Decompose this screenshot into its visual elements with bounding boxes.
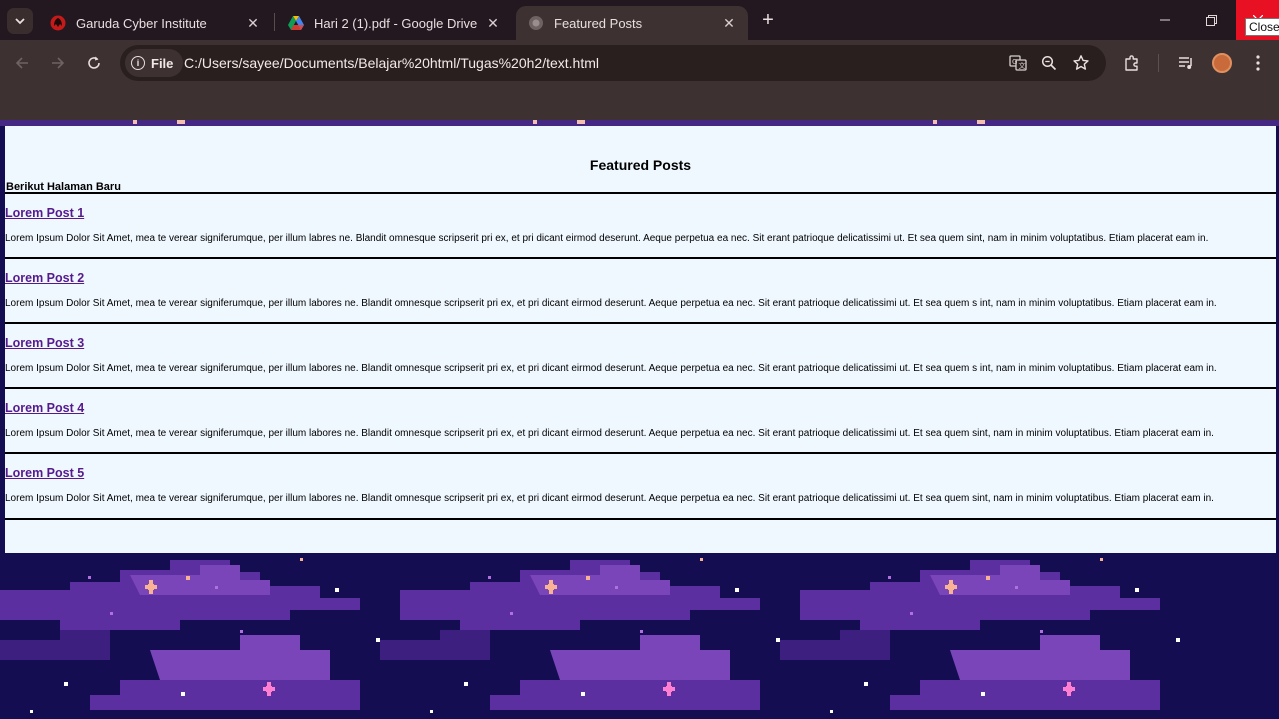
close-tooltip: Close bbox=[1245, 18, 1279, 36]
address-bar[interactable]: i File C:/Users/sayee/Documents/Belajar%… bbox=[120, 45, 1106, 81]
profile-avatar[interactable] bbox=[1212, 53, 1232, 73]
toolbar-separator bbox=[1158, 54, 1159, 72]
info-icon: i bbox=[131, 56, 145, 70]
bookmark-star-icon[interactable] bbox=[1071, 53, 1091, 73]
chevron-down-icon bbox=[15, 18, 25, 25]
url-text[interactable]: C:/Users/sayee/Documents/Belajar%20html/… bbox=[184, 55, 599, 71]
zoom-icon[interactable] bbox=[1039, 53, 1059, 73]
arrow-right-icon bbox=[52, 57, 65, 69]
tab-garuda[interactable]: Garuda Cyber Institute ✕ bbox=[38, 6, 272, 40]
reload-button[interactable] bbox=[81, 50, 107, 76]
page-heading: Featured Posts bbox=[589, 157, 692, 173]
svg-text:文: 文 bbox=[1019, 61, 1026, 70]
post-body: Lorem Ipsum Dolor Sit Amet, mea te verea… bbox=[5, 363, 1217, 374]
plus-icon: + bbox=[762, 8, 774, 31]
forward-button[interactable] bbox=[45, 50, 71, 76]
garuda-icon bbox=[50, 15, 66, 31]
extensions-icon[interactable] bbox=[1121, 52, 1143, 74]
arrow-left-icon bbox=[15, 57, 28, 69]
tab-featured-posts[interactable]: Featured Posts ✕ bbox=[516, 6, 748, 40]
close-tab-icon[interactable]: ✕ bbox=[720, 14, 738, 32]
post-title-link[interactable]: Lorem Post 3 bbox=[5, 336, 84, 350]
post-body: Lorem Ipsum Dolor Sit Amet, mea te verea… bbox=[5, 233, 1209, 244]
tab-search-button[interactable] bbox=[7, 8, 33, 34]
tab-separator bbox=[274, 13, 275, 31]
tab-title: Garuda Cyber Institute bbox=[76, 15, 207, 31]
close-tab-icon[interactable]: ✕ bbox=[244, 14, 262, 32]
svg-text:G: G bbox=[1012, 58, 1017, 66]
chip-label: File bbox=[151, 55, 174, 71]
tab-title: Featured Posts bbox=[554, 15, 643, 31]
reload-icon bbox=[88, 56, 100, 69]
google-drive-icon bbox=[288, 15, 304, 31]
post-item: Lorem Post 5 Lorem Ipsum Dolor Sit Amet,… bbox=[5, 452, 1276, 517]
post-item: Lorem Post 3 Lorem Ipsum Dolor Sit Amet,… bbox=[5, 322, 1276, 387]
post-body: Lorem Ipsum Dolor Sit Amet, mea te verea… bbox=[5, 298, 1217, 309]
minimize-button[interactable] bbox=[1142, 0, 1188, 40]
page-content: Featured Posts Berikut Halaman Baru Lore… bbox=[5, 126, 1276, 553]
post-title-link[interactable]: Lorem Post 2 bbox=[5, 271, 84, 285]
page-viewport[interactable]: Featured Posts Berikut Halaman Baru Lore… bbox=[0, 120, 1279, 719]
minimize-icon bbox=[1160, 19, 1170, 21]
post-item: Lorem Post 2 Lorem Ipsum Dolor Sit Amet,… bbox=[5, 257, 1276, 322]
post-body: Lorem Ipsum Dolor Sit Amet, mea te verea… bbox=[5, 493, 1214, 504]
more-menu-icon[interactable] bbox=[1247, 52, 1269, 74]
close-tab-icon[interactable]: ✕ bbox=[484, 14, 502, 32]
tab-strip: Garuda Cyber Institute ✕ Hari 2 (1).pdf … bbox=[0, 0, 1279, 40]
site-info-chip[interactable]: i File bbox=[125, 49, 184, 77]
restore-icon bbox=[1205, 14, 1217, 26]
post-title-link[interactable]: Lorem Post 5 bbox=[5, 466, 84, 480]
toolbar: i File C:/Users/sayee/Documents/Belajar%… bbox=[0, 40, 1279, 86]
bookmarks-bar bbox=[0, 86, 1279, 120]
post-body: Lorem Ipsum Dolor Sit Amet, mea te verea… bbox=[5, 428, 1214, 439]
divider bbox=[5, 518, 1276, 520]
globe-icon bbox=[528, 15, 544, 31]
new-tab-button[interactable]: + bbox=[756, 8, 780, 32]
tab-google-drive[interactable]: Hari 2 (1).pdf - Google Drive ✕ bbox=[276, 6, 512, 40]
tab-title: Hari 2 (1).pdf - Google Drive bbox=[314, 15, 478, 31]
post-item: Lorem Post 1 Lorem Ipsum Dolor Sit Amet,… bbox=[5, 192, 1276, 257]
post-item: Lorem Post 4 Lorem Ipsum Dolor Sit Amet,… bbox=[5, 387, 1276, 452]
post-title-link[interactable]: Lorem Post 1 bbox=[5, 206, 84, 220]
post-title-link[interactable]: Lorem Post 4 bbox=[5, 401, 84, 415]
media-control-icon[interactable] bbox=[1175, 52, 1197, 74]
restore-button[interactable] bbox=[1188, 0, 1234, 40]
translate-icon[interactable]: G文 bbox=[1008, 53, 1028, 73]
back-button[interactable] bbox=[9, 50, 35, 76]
